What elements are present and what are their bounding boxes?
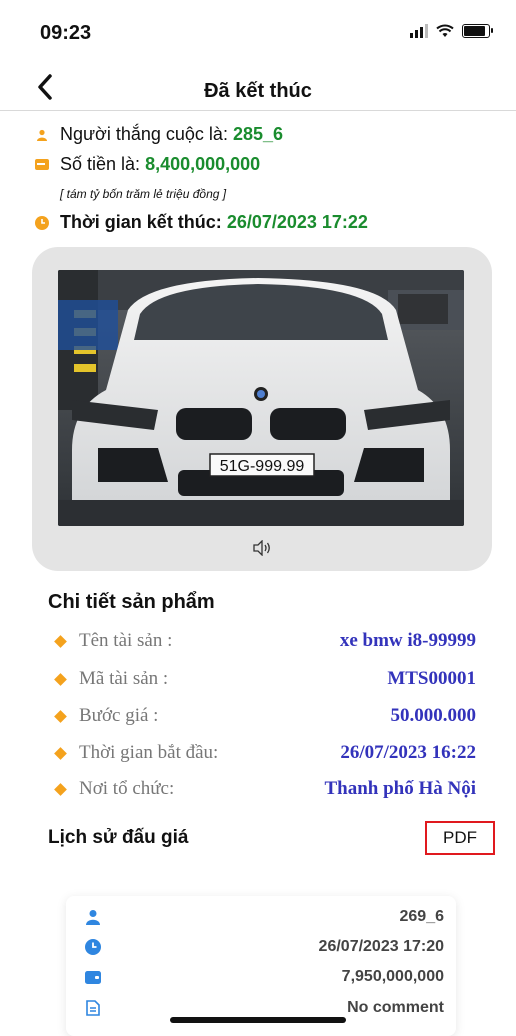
winner-value: 285_6: [232, 124, 284, 144]
speaker-icon[interactable]: [252, 540, 272, 556]
amount-value: 8,400,000,000: [145, 154, 261, 174]
auction-history-title: Lịch sử đấu giá: [48, 827, 189, 848]
status-time: 09:23: [40, 22, 92, 44]
detail-label: Mã tài sản :: [79, 668, 169, 689]
signal-icon: [410, 24, 428, 38]
person-icon: [34, 127, 50, 143]
license-plate: 51G-999.99: [220, 458, 305, 475]
clock-icon: [34, 215, 50, 231]
clock-icon: [84, 938, 102, 956]
detail-label: Nơi tổ chức:: [79, 778, 175, 799]
status-icons: [410, 24, 493, 38]
diamond-bullet-icon: [54, 782, 67, 796]
document-icon: [84, 999, 102, 1017]
detail-row: Thời gian bắt đầu: 26/07/2023 16:22: [54, 740, 476, 766]
diamond-bullet-icon: [54, 634, 67, 648]
wallet-icon: [84, 968, 102, 986]
detail-value: 50.000.000: [390, 705, 477, 726]
detail-value: xe bmw i8-99999: [339, 630, 476, 651]
wallet-icon: [34, 157, 50, 173]
history-user: 269_6: [399, 908, 445, 925]
detail-row: Bước giá : 50.000.000: [54, 703, 477, 729]
amount-in-words: [ tám tỷ bốn trăm lẻ triệu đồng ]: [60, 187, 227, 201]
detail-value: Thanh phố Hà Nội: [324, 778, 476, 799]
detail-row: Tên tài sản : xe bmw i8-99999: [54, 628, 476, 654]
detail-value: MTS00001: [387, 668, 476, 689]
diamond-bullet-icon: [54, 672, 67, 686]
home-indicator: [170, 1017, 346, 1023]
detail-label: Bước giá :: [79, 705, 159, 726]
amount-label: Số tiền là:: [60, 154, 141, 174]
winner-label: Người thắng cuộc là:: [60, 124, 228, 144]
car-photo[interactable]: 51G-999.99: [58, 270, 464, 526]
detail-value: 26/07/2023 16:22: [340, 742, 476, 763]
history-amount: 7,950,000,000: [341, 968, 444, 985]
battery-icon: [462, 24, 493, 38]
history-time-row: 26/07/2023 17:20: [84, 934, 444, 960]
history-user-row: 269_6: [84, 904, 444, 930]
status-bar: 09:23: [0, 0, 516, 60]
detail-row: Nơi tổ chức: Thanh phố Hà Nội: [54, 776, 476, 802]
amount-row: Số tiền là: 8,400,000,000: [34, 154, 260, 175]
detail-label: Thời gian bắt đầu:: [79, 742, 219, 763]
wifi-icon: [436, 24, 454, 37]
product-details-title: Chi tiết sản phẩm: [48, 591, 215, 613]
history-time: 26/07/2023 17:20: [318, 938, 444, 955]
diamond-bullet-icon: [54, 746, 67, 760]
end-time-row: Thời gian kết thúc: 26/07/2023 17:22: [34, 212, 368, 233]
history-card: 269_6 26/07/2023 17:20 7,950,000,000 No …: [66, 896, 456, 1036]
history-amount-row: 7,950,000,000: [84, 964, 444, 990]
pdf-button[interactable]: PDF: [425, 821, 495, 855]
diamond-bullet-icon: [54, 709, 67, 723]
end-time-label: Thời gian kết thúc:: [60, 212, 222, 232]
end-time-value: 26/07/2023 17:22: [226, 212, 368, 232]
nav-bar: Đã kết thúc: [0, 66, 516, 111]
detail-label: Tên tài sản :: [79, 630, 173, 651]
winner-row: Người thắng cuộc là: 285_6: [34, 124, 283, 145]
page-title: Đã kết thúc: [204, 80, 312, 102]
history-comment: No comment: [347, 999, 444, 1016]
detail-row: Mã tài sản : MTS00001: [54, 666, 476, 692]
person-icon: [84, 908, 102, 926]
